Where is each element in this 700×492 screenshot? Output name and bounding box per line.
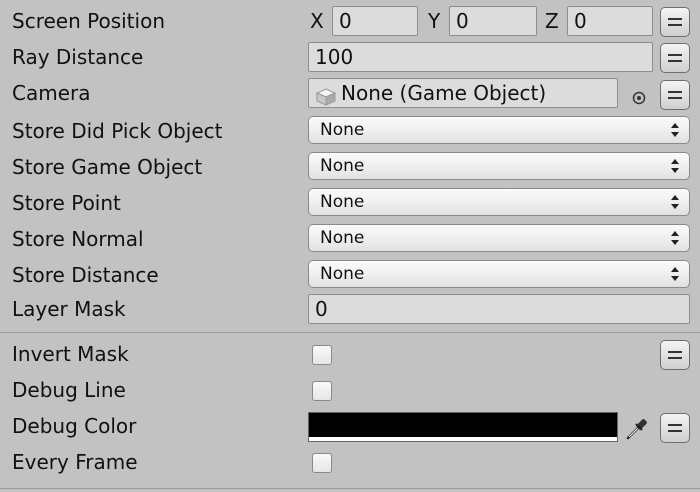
invert-mask-label: Invert Mask — [12, 342, 129, 366]
y-axis-label: Y — [428, 9, 441, 33]
debug-line-label: Debug Line — [12, 378, 126, 402]
every-frame-label: Every Frame — [12, 450, 138, 474]
camera-value: None (Game Object) — [341, 81, 547, 105]
row-store-point: Store Point None — [0, 185, 700, 221]
store-did-pick-object-dropdown[interactable]: None — [308, 116, 690, 144]
dropdown-value: None — [320, 156, 365, 176]
dropdown-value: None — [320, 192, 365, 212]
row-invert-mask: Invert Mask — [0, 336, 700, 372]
cube-icon — [315, 85, 337, 106]
ray-distance-menu-icon[interactable] — [660, 43, 690, 73]
section-divider — [0, 332, 700, 333]
bottom-divider — [0, 488, 700, 489]
every-frame-checkbox[interactable] — [312, 453, 332, 473]
row-store-game-object: Store Game Object None — [0, 149, 700, 185]
dropdown-arrows-icon — [671, 231, 679, 245]
screen-position-label: Screen Position — [12, 9, 165, 33]
dropdown-value: None — [320, 120, 365, 140]
layer-mask-label: Layer Mask — [12, 297, 126, 321]
z-axis-label: Z — [545, 9, 559, 33]
screen-position-x-field[interactable]: 0 — [332, 6, 418, 36]
debug-color-label: Debug Color — [12, 414, 137, 438]
store-normal-label: Store Normal — [12, 227, 144, 251]
dropdown-arrows-icon — [671, 123, 679, 137]
dropdown-arrows-icon — [671, 159, 679, 173]
invert-mask-menu-icon[interactable] — [660, 340, 690, 370]
row-store-distance: Store Distance None — [0, 257, 700, 293]
store-normal-dropdown[interactable]: None — [308, 224, 690, 252]
row-screen-position: Screen Position X 0 Y 0 Z 0 — [0, 3, 700, 39]
camera-label: Camera — [12, 81, 91, 105]
x-axis-label: X — [310, 9, 324, 33]
debug-color-menu-icon[interactable] — [660, 413, 690, 443]
store-game-object-dropdown[interactable]: None — [308, 152, 690, 180]
row-store-did-pick-object: Store Did Pick Object None — [0, 113, 700, 149]
row-debug-color: Debug Color — [0, 408, 700, 444]
store-distance-dropdown[interactable]: None — [308, 260, 690, 288]
object-picker-icon[interactable] — [632, 86, 646, 105]
ray-distance-label: Ray Distance — [12, 45, 144, 69]
screen-position-z-field[interactable]: 0 — [567, 6, 653, 36]
invert-mask-checkbox[interactable] — [312, 345, 332, 365]
row-ray-distance: Ray Distance 100 — [0, 39, 700, 75]
row-store-normal: Store Normal None — [0, 221, 700, 257]
eyedropper-icon[interactable] — [624, 414, 652, 442]
debug-line-checkbox[interactable] — [312, 381, 332, 401]
row-every-frame: Every Frame — [0, 444, 700, 480]
row-debug-line: Debug Line — [0, 372, 700, 408]
store-game-object-label: Store Game Object — [12, 155, 203, 179]
store-point-label: Store Point — [12, 191, 121, 215]
debug-color-field[interactable] — [308, 412, 618, 442]
store-did-pick-object-label: Store Did Pick Object — [12, 119, 223, 143]
screen-position-menu-icon[interactable] — [660, 7, 690, 37]
store-distance-label: Store Distance — [12, 263, 159, 287]
dropdown-arrows-icon — [671, 195, 679, 209]
dropdown-arrows-icon — [671, 267, 679, 281]
ray-distance-field[interactable]: 100 — [308, 42, 653, 72]
layer-mask-field[interactable]: 0 — [308, 294, 690, 324]
screen-position-y-field[interactable]: 0 — [449, 6, 537, 36]
color-swatch — [309, 413, 617, 437]
row-camera: Camera None (Game Object) — [0, 75, 700, 111]
camera-object-field[interactable]: None (Game Object) — [308, 78, 618, 108]
row-layer-mask: Layer Mask 0 — [0, 291, 700, 327]
dropdown-value: None — [320, 228, 365, 248]
camera-menu-icon[interactable] — [660, 80, 690, 110]
store-point-dropdown[interactable]: None — [308, 188, 690, 216]
dropdown-value: None — [320, 264, 365, 284]
